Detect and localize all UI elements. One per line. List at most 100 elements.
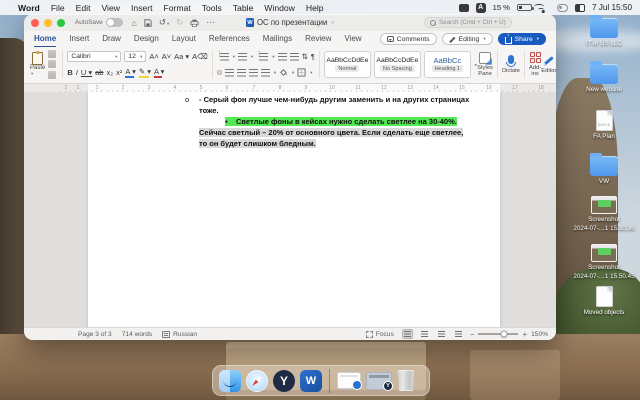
align-right-button[interactable] bbox=[236, 68, 246, 77]
dock-finder-icon[interactable] bbox=[219, 369, 241, 392]
word-count[interactable]: 714 words bbox=[122, 331, 152, 338]
zoom-window-button[interactable] bbox=[57, 18, 65, 27]
cut-icon[interactable] bbox=[48, 50, 57, 59]
decrease-indent-button[interactable] bbox=[277, 52, 287, 61]
dock-minimized-window-1[interactable] bbox=[337, 372, 362, 390]
comments-button[interactable]: Comments bbox=[379, 33, 437, 45]
menu-table[interactable]: Table bbox=[233, 3, 254, 13]
dock-word-icon[interactable]: W bbox=[300, 369, 322, 392]
tab-insert[interactable]: Insert bbox=[69, 32, 89, 46]
font-name-select[interactable]: Calibri ▾ bbox=[67, 51, 122, 62]
dock-safari-icon[interactable] bbox=[246, 369, 268, 392]
desktop-file-fa-plan[interactable]: DOCX FA Plan bbox=[568, 110, 640, 140]
subscript-button[interactable]: x₂ bbox=[106, 68, 113, 77]
underline-button[interactable]: U ▾ bbox=[81, 68, 92, 77]
proofing-icon[interactable] bbox=[162, 330, 171, 338]
style-no-spacing[interactable]: AaBbCcDdEe No Spacing bbox=[373, 51, 421, 78]
web-layout-view-button[interactable] bbox=[419, 329, 430, 339]
superscript-button[interactable]: x² bbox=[116, 68, 122, 77]
font-size-select[interactable]: 12 ▾ bbox=[124, 51, 147, 62]
change-case-button[interactable]: Aa ▾ bbox=[174, 52, 189, 61]
selected-text[interactable]: Сейчас светлый – 20% от основного цвета.… bbox=[199, 128, 464, 137]
text-effects-button[interactable]: A ▾ bbox=[125, 67, 136, 78]
bullet-list-button[interactable] bbox=[216, 50, 229, 61]
borders-icon[interactable] bbox=[297, 68, 306, 77]
share-button[interactable]: Share▾ bbox=[497, 33, 546, 45]
dock-yandex-browser-icon[interactable]: Y bbox=[273, 369, 295, 392]
selected-text[interactable]: то он будет слишком бледным. bbox=[199, 139, 316, 148]
dock-minimized-window-2[interactable] bbox=[366, 371, 393, 391]
zoom-in-button[interactable]: + bbox=[522, 330, 527, 339]
screen-mirroring-icon[interactable] bbox=[458, 3, 469, 12]
language-indicator[interactable]: Russian bbox=[173, 331, 197, 338]
copy-icon[interactable] bbox=[48, 60, 57, 69]
zoom-percentage[interactable]: 150% bbox=[531, 331, 548, 338]
close-window-button[interactable] bbox=[31, 18, 39, 27]
menu-bar-clock[interactable]: 7 Jul 15:50 bbox=[592, 3, 632, 12]
document-area[interactable]: o - Серый фон лучше чем-нибудь другим за… bbox=[24, 92, 556, 327]
battery-icon[interactable] bbox=[516, 4, 534, 11]
tab-review[interactable]: Review bbox=[305, 32, 331, 46]
more-commands-icon[interactable]: ⋯ bbox=[206, 17, 215, 28]
print-layout-view-button[interactable] bbox=[401, 329, 413, 339]
focus-mode-button[interactable]: Focus bbox=[365, 330, 394, 338]
bold-button[interactable]: B bbox=[67, 68, 72, 77]
font-color-button[interactable]: A ▾ bbox=[153, 67, 164, 78]
style-normal[interactable]: AaBbCcDdEe Normal bbox=[323, 51, 371, 78]
tab-home[interactable]: Home bbox=[34, 32, 56, 46]
menu-tools[interactable]: Tools bbox=[202, 3, 222, 13]
styles-pane-button[interactable]: Styles Pane bbox=[477, 49, 493, 80]
style-heading-1[interactable]: AaBbCc Heading 1 bbox=[423, 51, 471, 78]
page-indicator[interactable]: Page 3 of 3 bbox=[78, 331, 112, 338]
stage-manager-icon[interactable] bbox=[574, 3, 585, 12]
numbered-list-button[interactable] bbox=[238, 52, 248, 61]
dictate-button[interactable]: Dictate bbox=[502, 49, 520, 80]
desktop-file-moved-objects[interactable]: Moved objects bbox=[568, 286, 640, 316]
tab-view[interactable]: View bbox=[344, 32, 361, 46]
desktop-screenshot-1[interactable]: Screenshot 2024-07-…1 15.30.36 bbox=[568, 196, 640, 232]
highlight-color-button[interactable]: ✎ ▾ bbox=[138, 67, 151, 78]
desktop-folder-it-in-us-llc[interactable]: IT-in US LLC bbox=[568, 15, 640, 47]
wifi-icon[interactable] bbox=[533, 3, 550, 13]
editing-mode-dropdown[interactable]: Editing ▾ bbox=[441, 33, 493, 45]
desktop-folder-new-website[interactable]: New website bbox=[568, 61, 640, 93]
clear-formatting-button[interactable]: A⌫ bbox=[192, 52, 208, 61]
minimize-window-button[interactable] bbox=[44, 18, 52, 27]
italic-button[interactable]: I bbox=[76, 68, 78, 77]
grow-font-button[interactable]: A˄ bbox=[149, 52, 158, 61]
menu-window[interactable]: Window bbox=[264, 3, 295, 13]
save-icon[interactable] bbox=[144, 18, 152, 27]
align-center-button[interactable] bbox=[224, 68, 234, 77]
justify-button[interactable] bbox=[248, 68, 258, 77]
document-title[interactable]: W ОС по презентации ˅ bbox=[245, 18, 334, 27]
align-left-button[interactable] bbox=[216, 70, 222, 75]
menu-help[interactable]: Help bbox=[306, 3, 324, 13]
print-icon[interactable] bbox=[190, 19, 199, 27]
draft-view-button[interactable] bbox=[453, 329, 464, 339]
add-ins-button[interactable]: Add-ins bbox=[529, 49, 541, 80]
desktop-screenshot-2[interactable]: Screenshot 2024-07-…1 15.50.45 bbox=[568, 244, 640, 280]
increase-indent-button[interactable] bbox=[289, 52, 299, 61]
zoom-slider[interactable] bbox=[478, 330, 519, 338]
menu-format[interactable]: Format bbox=[163, 3, 190, 13]
multilevel-list-button[interactable] bbox=[256, 50, 269, 61]
green-highlighted-text[interactable]: ▪ Светлые фоны в кейсах нужно сделать св… bbox=[225, 117, 457, 126]
tab-mailings[interactable]: Mailings bbox=[263, 32, 292, 46]
outline-view-button[interactable] bbox=[436, 329, 447, 339]
format-painter-icon[interactable] bbox=[48, 70, 57, 79]
tab-draw[interactable]: Draw bbox=[102, 32, 121, 46]
tab-layout[interactable]: Layout bbox=[172, 32, 196, 46]
show-marks-button[interactable]: ¶ bbox=[311, 52, 315, 61]
zoom-slider-knob[interactable] bbox=[500, 330, 508, 338]
zoom-out-button[interactable]: − bbox=[470, 330, 475, 339]
autosave-toggle[interactable] bbox=[105, 18, 123, 27]
shading-bucket-icon[interactable] bbox=[279, 68, 288, 77]
search-input[interactable]: Search (Cmd + Ctrl + U) bbox=[424, 17, 512, 28]
editor-button[interactable]: Editor bbox=[541, 49, 556, 80]
sort-button[interactable]: ⇅ bbox=[302, 52, 308, 61]
dock-trash-icon[interactable] bbox=[397, 370, 415, 391]
shrink-font-button[interactable]: A˅ bbox=[162, 52, 171, 61]
home-icon[interactable]: ⌂ bbox=[132, 18, 137, 28]
menu-insert[interactable]: Insert bbox=[131, 3, 153, 13]
paste-button[interactable]: Paste ▾ bbox=[30, 49, 45, 80]
